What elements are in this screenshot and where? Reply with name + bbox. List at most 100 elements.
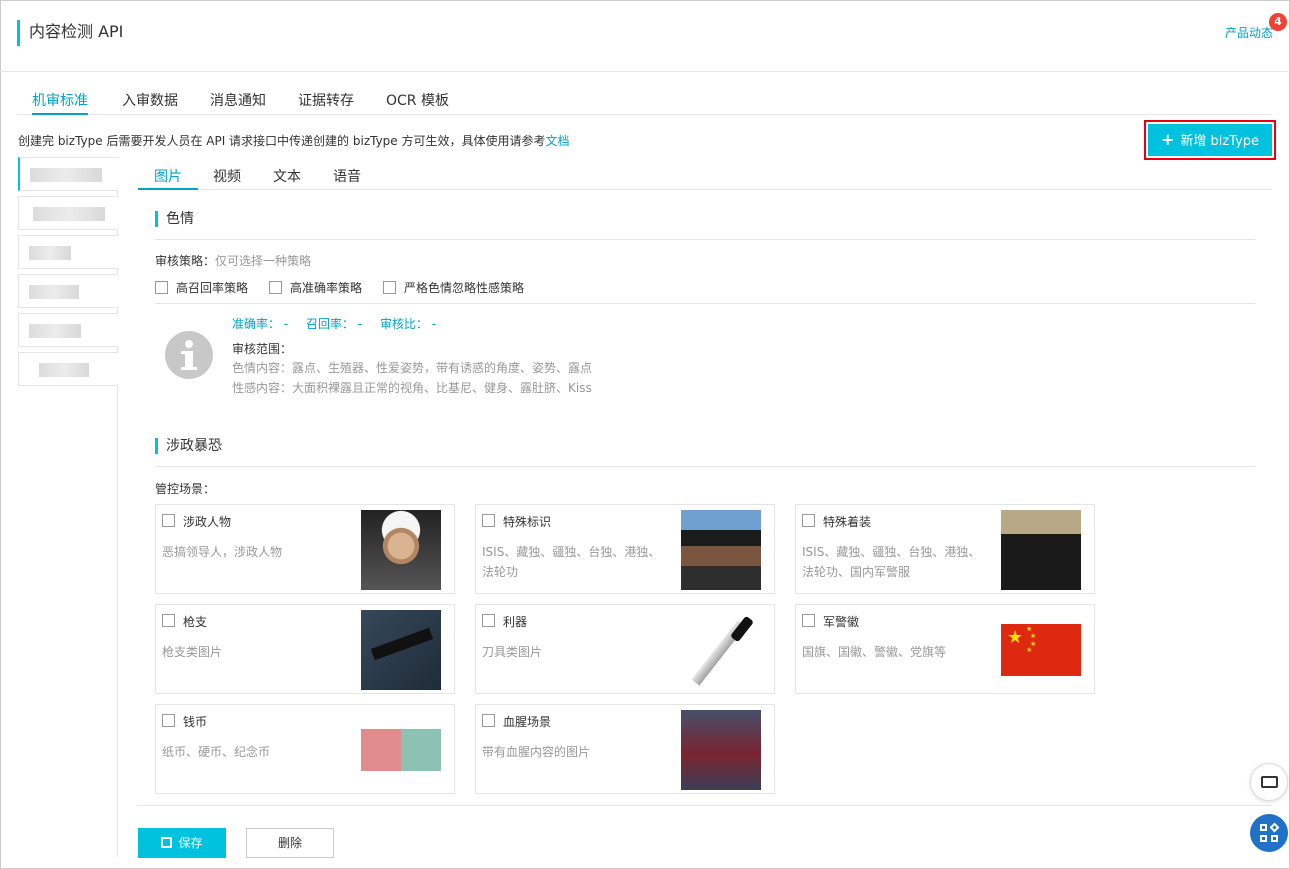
chat-icon [1261,776,1278,788]
scene-desc: 国旗、国徽、警徽、党旗等 [802,645,947,659]
policy-hint: 仅可选择一种策略 [215,254,312,268]
policy-option-strict[interactable]: 严格色情忽略性感策略 [383,279,524,296]
scene-desc: 带有血腥内容的图片 [482,745,591,759]
blurred-label [39,363,89,377]
option-label: 严格色情忽略性感策略 [404,281,525,295]
flag-image: ★ ★ ★ ★ ★ [1001,624,1081,676]
divider [155,239,1255,240]
scene-card-knife[interactable]: 利器 刀具类图片 [475,604,775,694]
policy-option-high-precision[interactable]: 高准确率策略 [269,279,362,296]
scene-label: 管控场景： [155,482,216,496]
tab-message-notification[interactable]: 消息通知 [210,90,266,115]
special-uniform-image [1001,510,1081,590]
apps-button[interactable] [1250,814,1288,852]
scene-desc: 纸币、硬币、纪念币 [162,745,271,759]
blood-image [681,710,761,790]
add-biztype-label: 新增 bizType [1180,134,1260,149]
title-accent-bar [17,20,20,46]
plus-icon: + [1160,130,1175,149]
tab-machine-review-standard[interactable]: 机审标准 [32,90,88,115]
scene-name: 血腥场景 [503,715,552,729]
scene-desc: 恶搞领导人，涉政人物 [162,545,283,559]
precision-metric: 准确率： - [232,317,289,331]
tab-video[interactable]: 视频 [213,166,241,190]
scene-card-money[interactable]: 钱币 纸币、硬币、纪念币 [155,704,455,794]
biztype-item[interactable] [18,274,118,308]
delete-button[interactable]: 删除 [246,828,334,858]
save-button[interactable]: 保存 [138,828,226,858]
checkbox[interactable] [383,281,396,294]
special-flag-image [681,510,761,590]
biztype-notice: 创建完 bizType 后需要开发人员在 API 请求接口中传递创建的 bizT… [18,132,570,149]
policy-option-high-recall[interactable]: 高召回率策略 [155,279,248,296]
scene-name: 特殊标识 [503,515,552,529]
checkbox[interactable] [482,614,495,627]
scope-label: 审核范围： [232,342,293,356]
scene-card-political-figure[interactable]: 涉政人物 恶搞领导人，涉政人物 [155,504,455,594]
political-figure-image [361,510,441,590]
policy-label-row: 审核策略：仅可选择一种策略 [155,252,311,269]
scene-desc: ISIS、藏独、疆独、台独、港独、法轮功、国内军警服 [802,545,981,579]
product-news-link[interactable]: 产品动态 [1225,24,1273,41]
docs-link[interactable]: 文档 [546,134,570,148]
scene-card-gun[interactable]: 枪支 枪支类图片 [155,604,455,694]
divider [138,805,1272,806]
biztype-item[interactable] [18,157,118,191]
save-label: 保存 [178,836,203,850]
header: 内容检测 API 产品动态 4 [0,0,1290,72]
scene-name: 钱币 [183,715,208,729]
tab-evidence-transfer[interactable]: 证据转存 [298,90,354,115]
biztype-item[interactable] [18,313,118,347]
scene-card-special-uniform[interactable]: 特殊着装 ISIS、藏独、疆独、台独、港独、法轮功、国内军警服 [795,504,1095,594]
blurred-label [29,324,81,338]
checkbox[interactable] [162,514,175,527]
checkbox[interactable] [482,514,495,527]
tab-voice[interactable]: 语音 [333,166,361,190]
add-biztype-button[interactable]: + 新增 bizType [1148,124,1272,156]
scene-card-special-flag[interactable]: 特殊标识 ISIS、藏独、疆独、台独、港独、法轮功 [475,504,775,594]
scope-porn-content: 色情内容：露点、生殖器、性爱姿势，带有诱惑的角度、姿势、露点 [232,361,593,375]
recall-metric: 召回率： - [306,317,363,331]
media-tab-bar: 图片 视频 文本 语音 [138,160,1272,190]
blurred-label [30,168,102,182]
scene-name: 利器 [503,615,528,629]
scene-card-blood[interactable]: 血腥场景 带有血腥内容的图片 [475,704,775,794]
checkbox[interactable] [269,281,282,294]
tab-text[interactable]: 文本 [273,166,301,190]
terror-section-title: 涉政暴恐 [155,438,222,454]
checkbox[interactable] [802,614,815,627]
blurred-label [29,246,71,260]
biztype-sidebar [18,157,118,857]
scene-name: 枪支 [183,615,208,629]
knife-image [681,610,761,690]
scene-name: 特殊着装 [823,515,872,529]
page-title: 内容检测 API [29,22,124,41]
review-ratio-metric: 审核比： - [380,317,437,331]
checkbox[interactable] [162,714,175,727]
biztype-item[interactable] [18,196,118,230]
save-icon [161,837,173,848]
checkbox[interactable] [155,281,168,294]
checkbox[interactable] [482,714,495,727]
gun-image [361,610,441,690]
top-tab-bar: 机审标准 入审数据 消息通知 证据转存 OCR 模板 [18,80,1272,115]
policy-label: 审核策略： [155,254,216,268]
biztype-item[interactable] [18,235,118,269]
tab-ocr-template[interactable]: OCR 模板 [386,90,449,115]
checkbox[interactable] [802,514,815,527]
checkbox[interactable] [162,614,175,627]
chat-feedback-button[interactable] [1250,763,1288,801]
option-label: 高准确率策略 [290,281,363,295]
tab-review-data[interactable]: 入审数据 [122,90,178,115]
scene-desc: ISIS、藏独、疆独、台独、港独、法轮功 [482,545,661,579]
scene-desc: 枪支类图片 [162,645,223,659]
tab-image[interactable]: 图片 [138,166,198,190]
scene-desc: 刀具类图片 [482,645,543,659]
biztype-item[interactable] [18,352,118,386]
info-icon [165,331,213,379]
news-count-badge: 4 [1269,13,1287,31]
scene-card-emblem[interactable]: 军警徽 国旗、国徽、警徽、党旗等 ★ ★ ★ ★ ★ [795,604,1095,694]
scope-sexy-content: 性感内容：大面积裸露且正常的视角、比基尼、健身、露肚脐、Kiss [232,381,592,395]
scene-name: 涉政人物 [183,515,232,529]
money-image [361,729,441,771]
